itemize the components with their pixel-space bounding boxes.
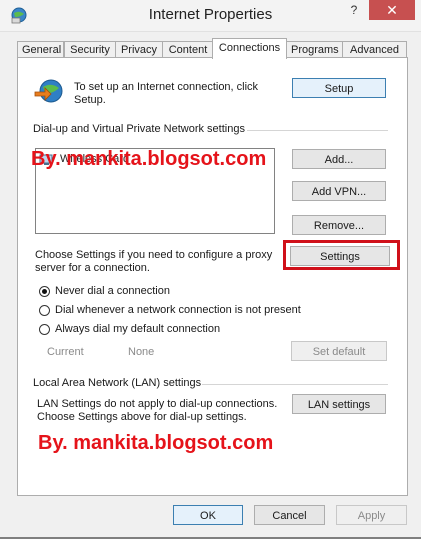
remove-button[interactable]: Remove... xyxy=(292,215,386,235)
lan-section-title: Local Area Network (LAN) settings xyxy=(33,377,202,389)
watermark-bottom: By. mankita.blogsot.com xyxy=(38,432,274,454)
section-divider xyxy=(202,384,388,385)
current-value: None xyxy=(128,346,155,358)
setup-button[interactable]: Setup xyxy=(292,78,386,98)
add-vpn-button[interactable]: Add VPN... xyxy=(292,181,386,201)
section-divider xyxy=(247,130,388,131)
watermark-top: By. mankita.blogsot.com xyxy=(31,148,267,170)
radio-always-dial-label: Always dial my default connection xyxy=(55,323,221,335)
radio-dial-whenever-label: Dial whenever a network connection is no… xyxy=(55,304,301,316)
current-label: Current xyxy=(47,346,84,358)
radio-always-dial[interactable] xyxy=(39,324,50,335)
radio-dial-whenever[interactable] xyxy=(39,305,50,316)
lan-settings-button[interactable]: LAN settings xyxy=(292,394,386,414)
setup-description: To set up an Internet connection, click … xyxy=(74,81,259,106)
add-button[interactable]: Add... xyxy=(292,149,386,169)
set-default-button[interactable]: Set default xyxy=(291,341,387,361)
proxy-settings-description: Choose Settings if you need to configure… xyxy=(35,249,273,274)
dialup-section-title: Dial-up and Virtual Private Network sett… xyxy=(33,123,245,135)
settings-highlight-box xyxy=(283,240,400,270)
radio-never-dial-label: Never dial a connection xyxy=(55,285,170,297)
network-setup-icon xyxy=(33,78,65,106)
radio-never-dial[interactable] xyxy=(39,286,50,297)
lan-description: LAN Settings do not apply to dial-up con… xyxy=(37,398,278,423)
